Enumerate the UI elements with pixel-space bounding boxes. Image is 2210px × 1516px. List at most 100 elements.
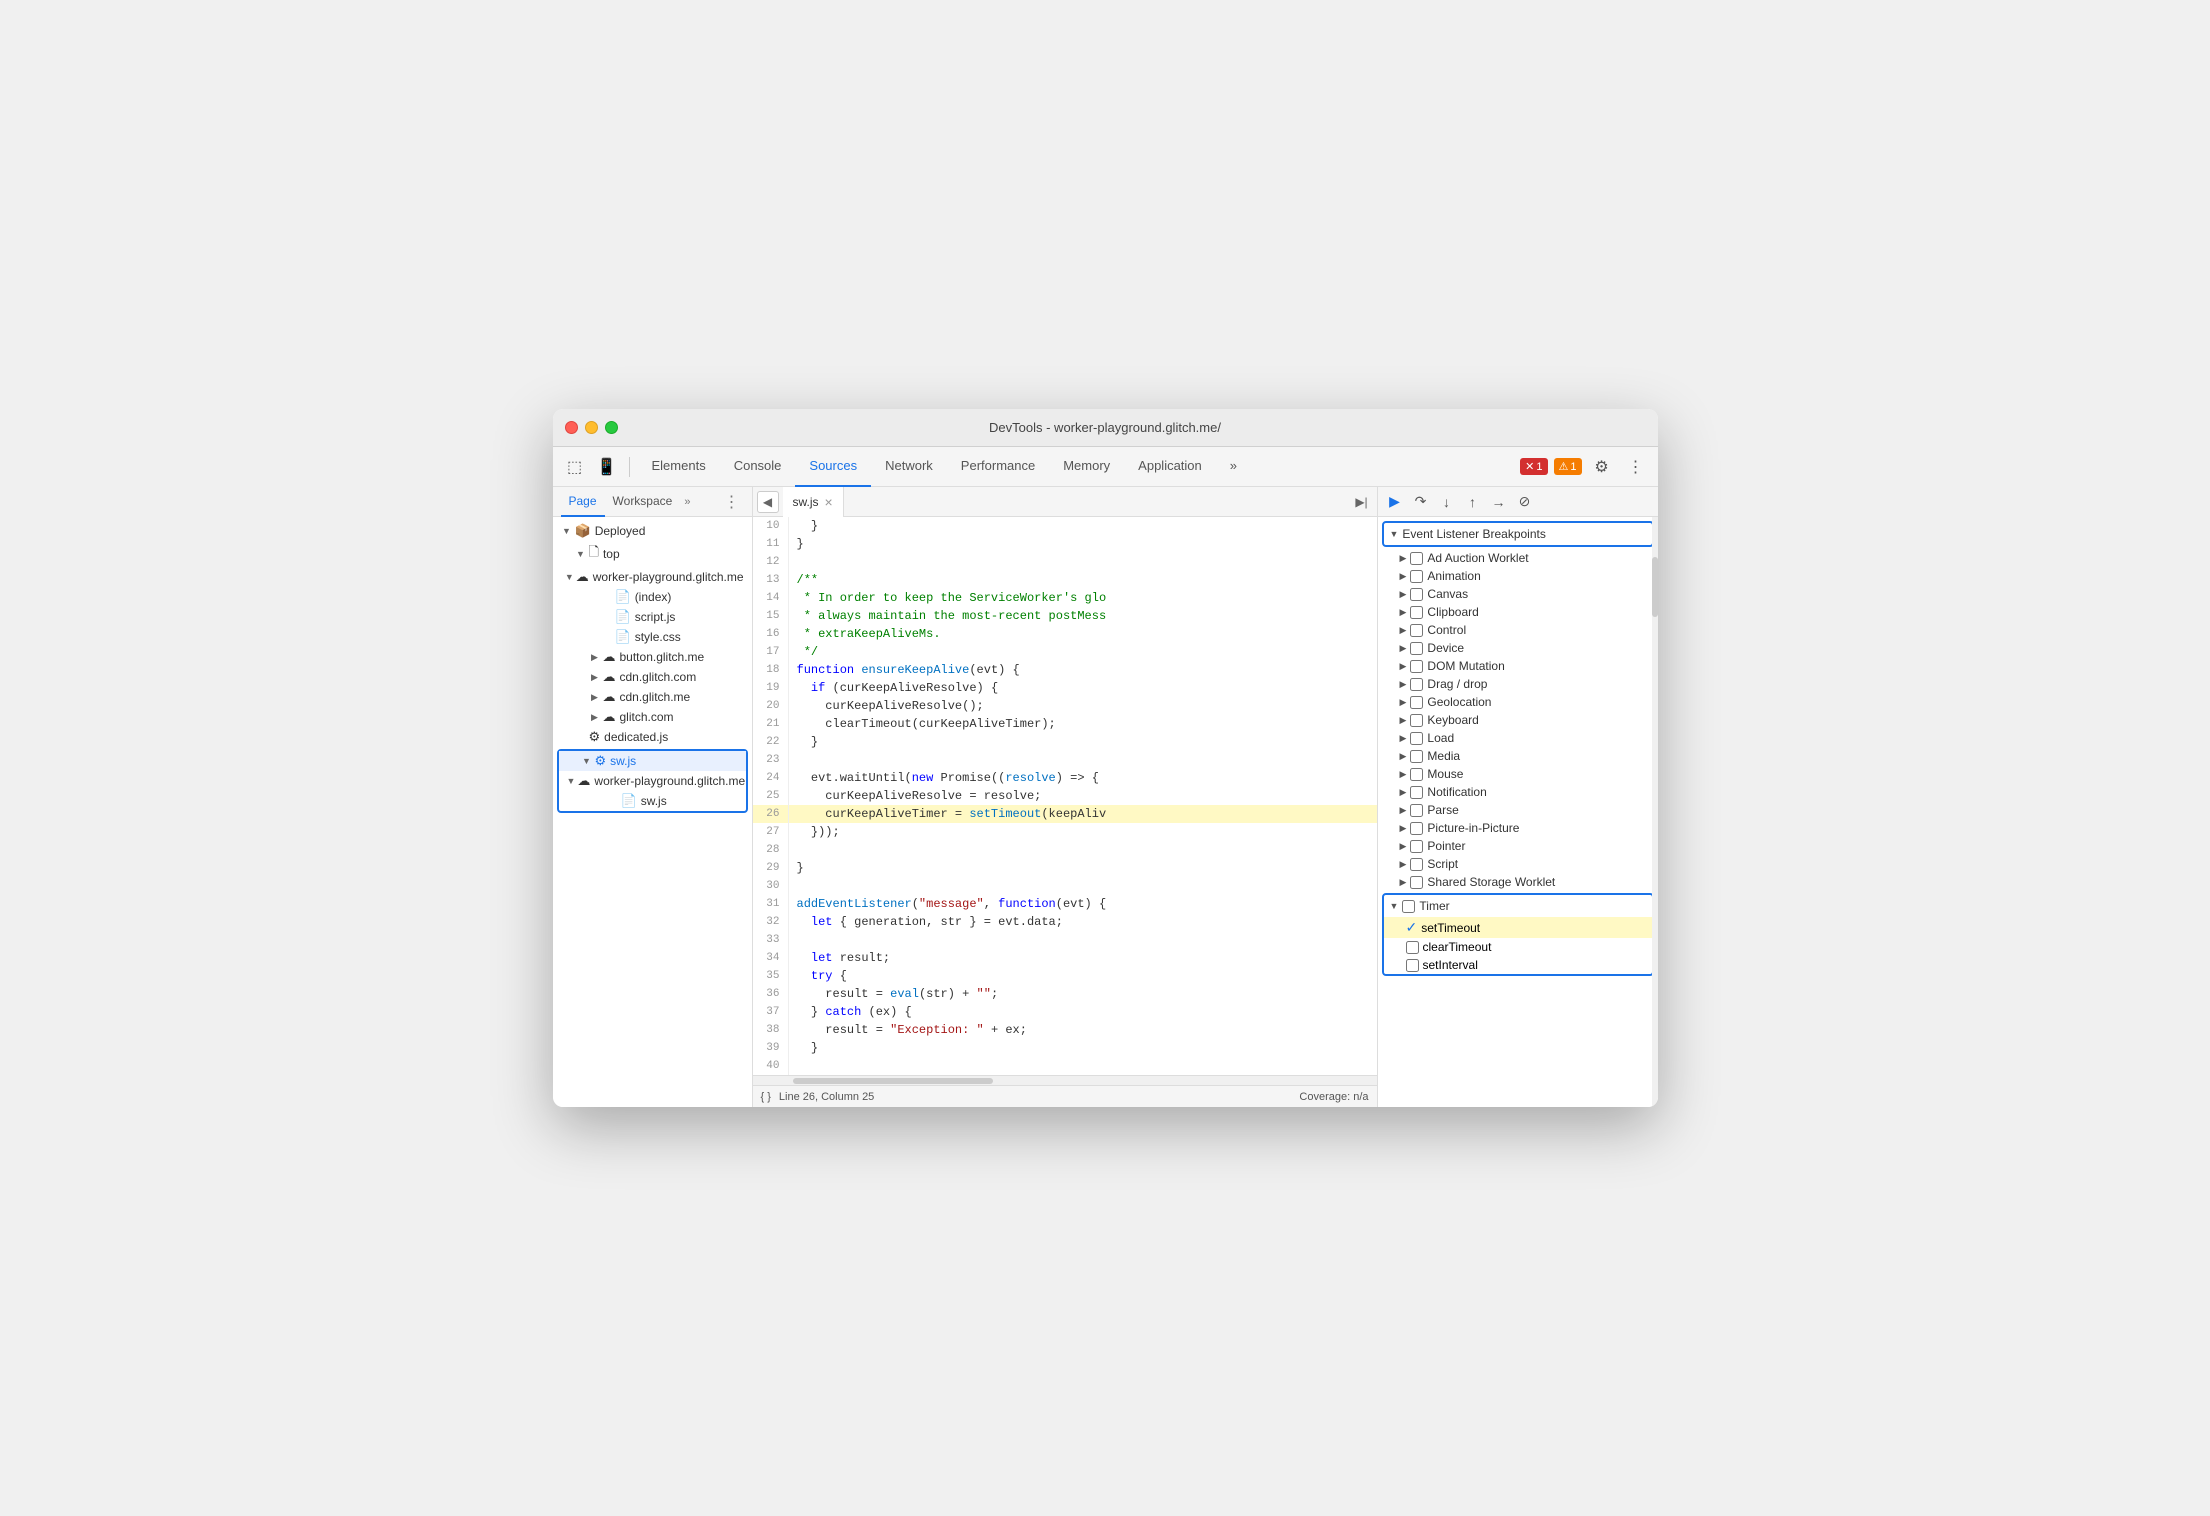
tree-item-cdn-glitch-me[interactable]: ▶ ☁ cdn.glitch.me (553, 687, 752, 707)
checkbox-drag-drop[interactable] (1410, 678, 1423, 691)
arrow-animation: ▶ (1400, 571, 1407, 582)
inspect-icon[interactable]: ⬚ (561, 453, 589, 481)
checkbox-media[interactable] (1410, 750, 1423, 763)
bp-item-media[interactable]: ▶ Media (1378, 747, 1658, 765)
step-over-icon[interactable]: ↷ (1410, 491, 1432, 513)
bp-item-canvas[interactable]: ▶ Canvas (1378, 585, 1658, 603)
checkbox-cleartimeout[interactable] (1406, 941, 1419, 954)
tree-item-deployed[interactable]: ▼ 📦 Deployed (553, 521, 752, 541)
tree-item-top[interactable]: ▼ 🗋 top (553, 541, 752, 567)
tree-label-button-glitch: button.glitch.me (620, 650, 705, 664)
timer-item-setinterval[interactable]: setInterval (1384, 956, 1652, 974)
checkbox-shared-storage[interactable] (1410, 876, 1423, 889)
tree-item-index[interactable]: 📄 (index) (553, 587, 752, 607)
more-options-icon[interactable]: ⋮ (1622, 453, 1650, 481)
editor-tab-close[interactable]: × (825, 494, 833, 510)
minimize-button[interactable] (585, 421, 598, 434)
line-content-19: if (curKeepAliveResolve) { (789, 679, 999, 697)
resume-script-icon[interactable]: ▶ (1384, 491, 1406, 513)
event-listener-breakpoints-header[interactable]: ▼ Event Listener Breakpoints (1384, 523, 1652, 545)
timer-section-header[interactable]: ▼ Timer (1384, 895, 1652, 917)
format-code-button[interactable]: { } (761, 1091, 771, 1103)
tab-page[interactable]: Page (561, 487, 605, 517)
checkbox-geolocation[interactable] (1410, 696, 1423, 709)
label-picture-in-picture: Picture-in-Picture (1427, 821, 1519, 835)
right-panel-scrollbar[interactable] (1652, 517, 1658, 1107)
tab-memory[interactable]: Memory (1049, 447, 1124, 487)
checkbox-parse[interactable] (1410, 804, 1423, 817)
horizontal-scrollbar[interactable] (753, 1075, 1377, 1085)
tab-application[interactable]: Application (1124, 447, 1216, 487)
checkbox-dom-mutation[interactable] (1410, 660, 1423, 673)
tab-network[interactable]: Network (871, 447, 947, 487)
bp-item-geolocation[interactable]: ▶ Geolocation (1378, 693, 1658, 711)
checkbox-timer-parent[interactable] (1402, 900, 1415, 913)
deactivate-breakpoints-icon[interactable]: ⊘ (1514, 491, 1536, 513)
checkbox-device[interactable] (1410, 642, 1423, 655)
settings-icon[interactable]: ⚙ (1588, 453, 1616, 481)
bp-item-animation[interactable]: ▶ Animation (1378, 567, 1658, 585)
gear-file-icon: ⚙ (589, 729, 601, 745)
tab-console[interactable]: Console (720, 447, 796, 487)
bp-item-parse[interactable]: ▶ Parse (1378, 801, 1658, 819)
editor-tab-sw-js[interactable]: sw.js × (783, 487, 844, 517)
tab-performance[interactable]: Performance (947, 447, 1049, 487)
checkbox-load[interactable] (1410, 732, 1423, 745)
step-out-icon[interactable]: ↑ (1462, 491, 1484, 513)
panel-menu-icon[interactable]: ⋮ (720, 492, 744, 512)
tree-item-button-glitch[interactable]: ▶ ☁ button.glitch.me (553, 647, 752, 667)
close-button[interactable] (565, 421, 578, 434)
bp-item-mouse[interactable]: ▶ Mouse (1378, 765, 1658, 783)
maximize-button[interactable] (605, 421, 618, 434)
tab-sources[interactable]: Sources (795, 447, 871, 487)
tree-item-style-css[interactable]: 📄 style.css (553, 627, 752, 647)
tab-workspace[interactable]: Workspace (605, 487, 681, 517)
checkbox-mouse[interactable] (1410, 768, 1423, 781)
tree-item-cdn-glitch-com[interactable]: ▶ ☁ cdn.glitch.com (553, 667, 752, 687)
checkbox-script[interactable] (1410, 858, 1423, 871)
tab-elements[interactable]: Elements (638, 447, 720, 487)
checkbox-clipboard[interactable] (1410, 606, 1423, 619)
tab-more[interactable]: » (1216, 447, 1251, 487)
bp-item-keyboard[interactable]: ▶ Keyboard (1378, 711, 1658, 729)
bp-item-device[interactable]: ▶ Device (1378, 639, 1658, 657)
device-toggle-icon[interactable]: 📱 (593, 453, 621, 481)
checkbox-keyboard[interactable] (1410, 714, 1423, 727)
tree-item-sw-js-parent[interactable]: ▼ ⚙ sw.js (559, 751, 746, 771)
bp-item-notification[interactable]: ▶ Notification (1378, 783, 1658, 801)
checkbox-picture-in-picture[interactable] (1410, 822, 1423, 835)
checkbox-notification[interactable] (1410, 786, 1423, 799)
tree-item-sw-js-child[interactable]: 📄 sw.js (559, 791, 746, 811)
timer-item-settimeout[interactable]: ✓ setTimeout (1384, 917, 1652, 938)
sw-js-file-icon: 📄 (621, 793, 637, 809)
bp-item-dom-mutation[interactable]: ▶ DOM Mutation (1378, 657, 1658, 675)
bp-item-load[interactable]: ▶ Load (1378, 729, 1658, 747)
checkbox-canvas[interactable] (1410, 588, 1423, 601)
checkbox-control[interactable] (1410, 624, 1423, 637)
step-into-icon[interactable]: ↓ (1436, 491, 1458, 513)
bp-item-script[interactable]: ▶ Script (1378, 855, 1658, 873)
tree-item-glitch-com[interactable]: ▶ ☁ glitch.com (553, 707, 752, 727)
bp-item-control[interactable]: ▶ Control (1378, 621, 1658, 639)
arrow-top: ▼ (575, 548, 587, 560)
timer-item-cleartimeout[interactable]: clearTimeout (1384, 938, 1652, 956)
code-area[interactable]: 10 } 11 } 12 13 /** 14 * In order (753, 517, 1377, 1075)
bp-item-drag-drop[interactable]: ▶ Drag / drop (1378, 675, 1658, 693)
checkbox-ad-auction[interactable] (1410, 552, 1423, 565)
checkbox-setinterval[interactable] (1406, 959, 1419, 972)
checkbox-pointer[interactable] (1410, 840, 1423, 853)
tree-item-dedicated-js[interactable]: ⚙ dedicated.js (553, 727, 752, 747)
tree-item-worker-playground-sw[interactable]: ▼ ☁ worker-playground.glitch.me (559, 771, 746, 791)
bp-item-picture-in-picture[interactable]: ▶ Picture-in-Picture (1378, 819, 1658, 837)
step-icon[interactable]: → (1488, 491, 1510, 513)
tree-item-worker-playground[interactable]: ▼ ☁ worker-playground.glitch.me (553, 567, 752, 587)
collapse-sources-icon[interactable]: ◀ (757, 491, 779, 513)
panel-tab-more[interactable]: » (684, 496, 690, 508)
bp-item-ad-auction[interactable]: ▶ Ad Auction Worklet (1378, 549, 1658, 567)
checkbox-animation[interactable] (1410, 570, 1423, 583)
tree-item-script-js[interactable]: 📄 script.js (553, 607, 752, 627)
bp-item-shared-storage[interactable]: ▶ Shared Storage Worklet (1378, 873, 1658, 891)
expand-breadcrumb-icon[interactable]: ▶| (1351, 491, 1373, 513)
bp-item-pointer[interactable]: ▶ Pointer (1378, 837, 1658, 855)
bp-item-clipboard[interactable]: ▶ Clipboard (1378, 603, 1658, 621)
